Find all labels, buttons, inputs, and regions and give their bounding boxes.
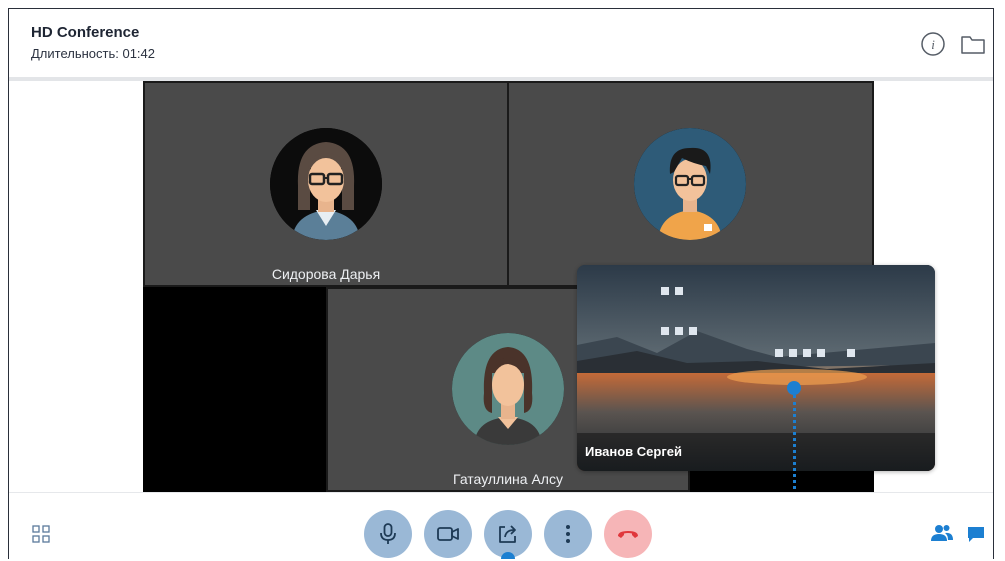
share-active-indicator bbox=[501, 552, 515, 559]
camera-button[interactable] bbox=[424, 510, 472, 558]
woman-avatar bbox=[452, 333, 564, 445]
more-icon bbox=[566, 525, 570, 543]
call-toolbar bbox=[9, 492, 993, 559]
presenter-name: Иванов Сергей bbox=[585, 444, 682, 459]
annotation-dot bbox=[787, 381, 801, 395]
participant-tile[interactable] bbox=[507, 81, 874, 287]
screen-share-window[interactable]: Иванов Сергей bbox=[577, 265, 935, 471]
participants-icon[interactable] bbox=[931, 523, 953, 548]
microphone-button[interactable] bbox=[364, 510, 412, 558]
presenter-caption: Иванов Сергей bbox=[577, 433, 935, 471]
man-glasses-avatar bbox=[634, 128, 746, 240]
end-call-icon bbox=[618, 531, 638, 538]
participant-tile[interactable]: Сидорова Дарья bbox=[143, 81, 509, 287]
conference-title: HD Conference bbox=[31, 24, 140, 41]
conference-window: HD Conference Длительность: 01:42 i Сидо… bbox=[8, 8, 994, 559]
chat-icon[interactable] bbox=[967, 525, 985, 548]
woman-glasses-avatar bbox=[270, 128, 382, 240]
participant-name: Гатауллина Алсу bbox=[453, 471, 563, 487]
header: HD Conference Длительность: 01:42 i bbox=[9, 9, 993, 77]
call-duration: Длительность: 01:42 bbox=[31, 46, 156, 61]
grid-layout-icon[interactable] bbox=[32, 525, 50, 548]
end-call-button[interactable] bbox=[604, 510, 652, 558]
info-icon[interactable]: i bbox=[920, 31, 946, 57]
more-button[interactable] bbox=[544, 510, 592, 558]
participant-name: Сидорова Дарья bbox=[271, 266, 381, 282]
microphone-icon bbox=[380, 523, 396, 544]
camera-icon bbox=[437, 527, 459, 541]
folder-icon[interactable] bbox=[959, 31, 985, 57]
svg-text:i: i bbox=[931, 37, 935, 52]
share-screen-icon bbox=[499, 525, 516, 543]
share-screen-button[interactable] bbox=[484, 510, 532, 558]
